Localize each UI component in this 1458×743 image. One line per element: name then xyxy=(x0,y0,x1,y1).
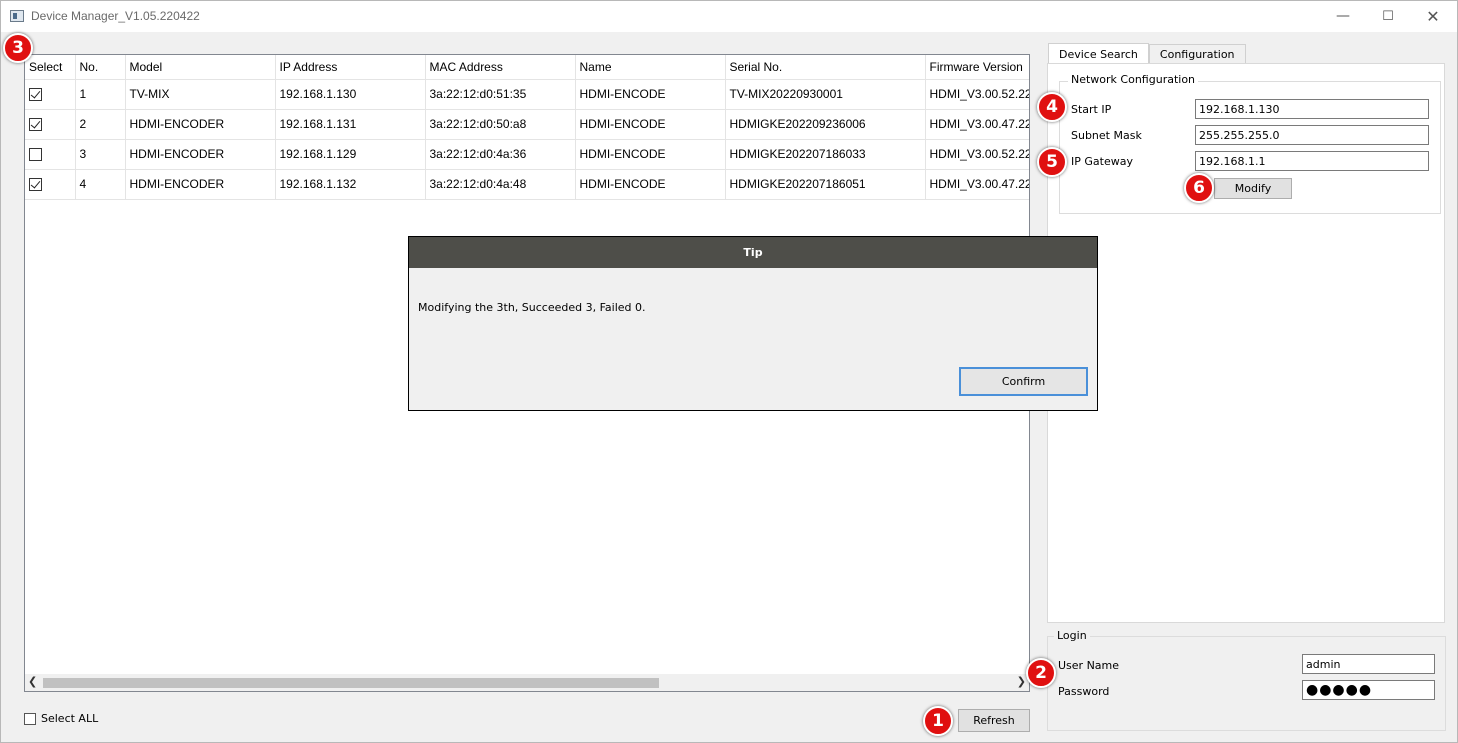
network-configuration-title: Network Configuration xyxy=(1068,73,1199,86)
row-checkbox[interactable] xyxy=(29,118,42,132)
cell-no: 3 xyxy=(75,138,126,169)
col-ip-address[interactable]: IP Address xyxy=(275,55,426,79)
cell-serial: HDMIGKE202209236006 xyxy=(725,108,926,139)
cell-serial: HDMIGKE202207186033 xyxy=(725,138,926,169)
tab-configuration[interactable]: Configuration xyxy=(1148,44,1246,64)
password-input[interactable]: ●●●●● xyxy=(1302,680,1435,700)
row-checkbox[interactable] xyxy=(29,178,42,192)
col-firmware-version[interactable]: Firmware Version xyxy=(925,55,1029,79)
login-group: Login User Name admin Password ●●●●● xyxy=(1047,629,1446,731)
app-icon xyxy=(10,10,24,22)
col-select[interactable]: Select xyxy=(25,55,76,79)
horizontal-scrollbar[interactable]: ❮ ❯ xyxy=(25,674,1029,691)
scroll-left-icon[interactable]: ❮ xyxy=(28,675,37,688)
dialog-title: Tip xyxy=(409,237,1097,268)
row-checkbox[interactable] xyxy=(29,148,42,162)
cell-firmware: HDMI_V3.00.47.220 xyxy=(925,108,1029,139)
select-all-checkbox[interactable] xyxy=(24,712,36,725)
cell-mac: 3a:22:12:d0:4a:48 xyxy=(425,168,576,200)
start-ip-label: Start IP xyxy=(1071,103,1112,116)
col-name[interactable]: Name xyxy=(575,55,726,79)
login-title: Login xyxy=(1054,629,1090,642)
cell-model: HDMI-ENCODER xyxy=(125,168,276,200)
maximize-icon[interactable]: ☐ xyxy=(1368,5,1408,27)
annotation-marker-5: 5 xyxy=(1037,147,1067,177)
cell-firmware: HDMI_V3.00.52.220 xyxy=(925,138,1029,169)
cell-firmware: HDMI_V3.00.52.220 xyxy=(925,78,1029,109)
select-all-control[interactable]: Select ALL xyxy=(24,712,98,725)
minimize-icon[interactable]: — xyxy=(1323,5,1363,27)
cell-name: HDMI-ENCODE xyxy=(575,108,726,139)
scroll-right-icon[interactable]: ❯ xyxy=(1017,675,1026,688)
cell-mac: 3a:22:12:d0:50:a8 xyxy=(425,108,576,139)
cell-firmware: HDMI_V3.00.47.220 xyxy=(925,168,1029,200)
user-name-label: User Name xyxy=(1058,659,1120,672)
col-no[interactable]: No. xyxy=(75,55,126,79)
cell-no: 4 xyxy=(75,168,126,200)
close-icon[interactable]: ✕ xyxy=(1413,5,1453,27)
cell-ip: 192.168.1.131 xyxy=(275,108,426,139)
cell-model: HDMI-ENCODER xyxy=(125,108,276,139)
tab-bar: Device Search Configuration xyxy=(1048,43,1246,64)
cell-mac: 3a:22:12:d0:51:35 xyxy=(425,78,576,109)
password-label: Password xyxy=(1058,685,1110,698)
cell-name: HDMI-ENCODE xyxy=(575,78,726,109)
cell-model: TV-MIX xyxy=(125,78,276,109)
col-mac-address[interactable]: MAC Address xyxy=(425,55,576,79)
tab-device-search[interactable]: Device Search xyxy=(1048,43,1149,64)
ip-gateway-label: IP Gateway xyxy=(1071,155,1133,168)
tip-dialog: Tip Modifying the 3th, Succeeded 3, Fail… xyxy=(408,236,1098,411)
device-manager-window: Device Manager_V1.05.220422 — ☐ ✕ Select… xyxy=(0,0,1458,743)
network-configuration-group: Network Configuration Start IP 192.168.1… xyxy=(1059,73,1441,214)
annotation-marker-4: 4 xyxy=(1037,92,1067,122)
cell-model: HDMI-ENCODER xyxy=(125,138,276,169)
window-title: Device Manager_V1.05.220422 xyxy=(31,9,200,23)
cell-name: HDMI-ENCODE xyxy=(575,138,726,169)
cell-ip: 192.168.1.129 xyxy=(275,138,426,169)
confirm-button[interactable]: Confirm xyxy=(959,367,1088,396)
table-row[interactable]: 1 TV-MIX 192.168.1.130 3a:22:12:d0:51:35… xyxy=(25,78,1029,109)
cell-serial: TV-MIX20220930001 xyxy=(725,78,926,109)
refresh-button[interactable]: Refresh xyxy=(958,709,1030,732)
title-bar: Device Manager_V1.05.220422 — ☐ ✕ xyxy=(1,1,1457,32)
select-all-label: Select ALL xyxy=(41,712,99,725)
modify-button[interactable]: Modify xyxy=(1214,178,1292,199)
device-search-panel: Network Configuration Start IP 192.168.1… xyxy=(1047,63,1445,623)
scrollbar-thumb[interactable] xyxy=(43,678,659,688)
table-row[interactable]: 4 HDMI-ENCODER 192.168.1.132 3a:22:12:d0… xyxy=(25,168,1029,200)
col-serial-no[interactable]: Serial No. xyxy=(725,55,926,79)
cell-ip: 192.168.1.132 xyxy=(275,168,426,200)
cell-name: HDMI-ENCODE xyxy=(575,168,726,200)
col-model[interactable]: Model xyxy=(125,55,276,79)
annotation-marker-6: 6 xyxy=(1184,173,1214,203)
cell-mac: 3a:22:12:d0:4a:36 xyxy=(425,138,576,169)
table-row[interactable]: 2 HDMI-ENCODER 192.168.1.131 3a:22:12:d0… xyxy=(25,108,1029,139)
row-checkbox[interactable] xyxy=(29,88,42,102)
start-ip-input[interactable]: 192.168.1.130 xyxy=(1195,99,1429,119)
cell-no: 1 xyxy=(75,78,126,109)
table-row[interactable]: 3 HDMI-ENCODER 192.168.1.129 3a:22:12:d0… xyxy=(25,138,1029,169)
annotation-marker-2: 2 xyxy=(1026,658,1056,688)
user-name-input[interactable]: admin xyxy=(1302,654,1435,674)
subnet-mask-label: Subnet Mask xyxy=(1071,129,1142,142)
annotation-marker-1: 1 xyxy=(923,706,953,736)
ip-gateway-input[interactable]: 192.168.1.1 xyxy=(1195,151,1429,171)
dialog-message: Modifying the 3th, Succeeded 3, Failed 0… xyxy=(418,301,646,314)
cell-no: 2 xyxy=(75,108,126,139)
cell-ip: 192.168.1.130 xyxy=(275,78,426,109)
table-header-row: Select No. Model IP Address MAC Address … xyxy=(25,55,1029,79)
cell-serial: HDMIGKE202207186051 xyxy=(725,168,926,200)
annotation-marker-3: 3 xyxy=(3,33,33,63)
subnet-mask-input[interactable]: 255.255.255.0 xyxy=(1195,125,1429,145)
